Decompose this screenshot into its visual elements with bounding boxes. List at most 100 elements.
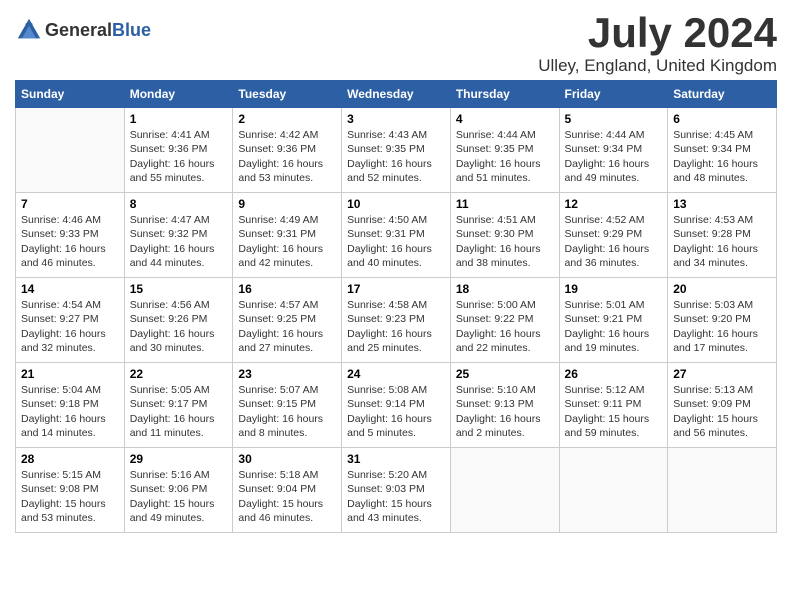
day-number: 13 bbox=[673, 197, 771, 211]
day-info: Sunrise: 4:45 AM Sunset: 9:34 PM Dayligh… bbox=[673, 128, 771, 185]
day-number: 23 bbox=[238, 367, 336, 381]
day-number: 19 bbox=[565, 282, 663, 296]
day-number: 7 bbox=[21, 197, 119, 211]
day-cell: 3 Sunrise: 4:43 AM Sunset: 9:35 PM Daylig… bbox=[342, 108, 451, 193]
day-number: 3 bbox=[347, 112, 445, 126]
week-row-5: 28 Sunrise: 5:15 AM Sunset: 9:08 PM Dayli… bbox=[16, 448, 777, 533]
logo-blue-text: Blue bbox=[112, 20, 151, 40]
day-info: Sunrise: 4:50 AM Sunset: 9:31 PM Dayligh… bbox=[347, 213, 445, 270]
day-cell: 21 Sunrise: 5:04 AM Sunset: 9:18 PM Dayli… bbox=[16, 363, 125, 448]
day-number: 9 bbox=[238, 197, 336, 211]
header-cell-friday: Friday bbox=[559, 81, 668, 108]
day-number: 22 bbox=[130, 367, 228, 381]
day-info: Sunrise: 5:18 AM Sunset: 9:04 PM Dayligh… bbox=[238, 468, 336, 525]
day-cell: 18 Sunrise: 5:00 AM Sunset: 9:22 PM Dayli… bbox=[450, 278, 559, 363]
day-cell: 16 Sunrise: 4:57 AM Sunset: 9:25 PM Dayli… bbox=[233, 278, 342, 363]
day-info: Sunrise: 5:10 AM Sunset: 9:13 PM Dayligh… bbox=[456, 383, 554, 440]
header-row: SundayMondayTuesdayWednesdayThursdayFrid… bbox=[16, 81, 777, 108]
day-number: 15 bbox=[130, 282, 228, 296]
day-info: Sunrise: 4:42 AM Sunset: 9:36 PM Dayligh… bbox=[238, 128, 336, 185]
day-info: Sunrise: 5:08 AM Sunset: 9:14 PM Dayligh… bbox=[347, 383, 445, 440]
week-row-4: 21 Sunrise: 5:04 AM Sunset: 9:18 PM Dayli… bbox=[16, 363, 777, 448]
day-number: 12 bbox=[565, 197, 663, 211]
calendar-body: 1 Sunrise: 4:41 AM Sunset: 9:36 PM Daylig… bbox=[16, 108, 777, 533]
day-number: 27 bbox=[673, 367, 771, 381]
day-number: 4 bbox=[456, 112, 554, 126]
day-number: 31 bbox=[347, 452, 445, 466]
day-info: Sunrise: 4:41 AM Sunset: 9:36 PM Dayligh… bbox=[130, 128, 228, 185]
day-cell: 4Sunrise: 4:44 AM Sunset: 9:35 PM Daylig… bbox=[450, 108, 559, 193]
day-number: 2 bbox=[238, 112, 336, 126]
day-number: 14 bbox=[21, 282, 119, 296]
day-number: 16 bbox=[238, 282, 336, 296]
day-number: 25 bbox=[456, 367, 554, 381]
day-cell bbox=[668, 448, 777, 533]
day-number: 30 bbox=[238, 452, 336, 466]
day-cell: 7Sunrise: 4:46 AM Sunset: 9:33 PM Daylig… bbox=[16, 193, 125, 278]
day-info: Sunrise: 5:07 AM Sunset: 9:15 PM Dayligh… bbox=[238, 383, 336, 440]
day-number: 17 bbox=[347, 282, 445, 296]
day-cell: 23 Sunrise: 5:07 AM Sunset: 9:15 PM Dayli… bbox=[233, 363, 342, 448]
header-cell-tuesday: Tuesday bbox=[233, 81, 342, 108]
day-cell: 27 Sunrise: 5:13 AM Sunset: 9:09 PM Dayli… bbox=[668, 363, 777, 448]
day-info: Sunrise: 5:20 AM Sunset: 9:03 PM Dayligh… bbox=[347, 468, 445, 525]
day-info: Sunrise: 5:01 AM Sunset: 9:21 PM Dayligh… bbox=[565, 298, 663, 355]
day-info: Sunrise: 4:57 AM Sunset: 9:25 PM Dayligh… bbox=[238, 298, 336, 355]
day-number: 8 bbox=[130, 197, 228, 211]
day-cell bbox=[450, 448, 559, 533]
day-cell: 25 Sunrise: 5:10 AM Sunset: 9:13 PM Dayli… bbox=[450, 363, 559, 448]
day-cell: 28 Sunrise: 5:15 AM Sunset: 9:08 PM Dayli… bbox=[16, 448, 125, 533]
day-cell: 12 Sunrise: 4:52 AM Sunset: 9:29 PM Dayli… bbox=[559, 193, 668, 278]
day-cell: 17Sunrise: 4:58 AM Sunset: 9:23 PM Dayli… bbox=[342, 278, 451, 363]
day-info: Sunrise: 5:00 AM Sunset: 9:22 PM Dayligh… bbox=[456, 298, 554, 355]
day-cell: 8 Sunrise: 4:47 AM Sunset: 9:32 PM Daylig… bbox=[124, 193, 233, 278]
logo: GeneralBlue bbox=[15, 16, 151, 44]
day-info: Sunrise: 5:15 AM Sunset: 9:08 PM Dayligh… bbox=[21, 468, 119, 525]
day-info: Sunrise: 4:56 AM Sunset: 9:26 PM Dayligh… bbox=[130, 298, 228, 355]
title-area: July 2024 Ulley, England, United Kingdom bbox=[538, 10, 777, 76]
week-row-3: 14 Sunrise: 4:54 AM Sunset: 9:27 PM Dayli… bbox=[16, 278, 777, 363]
header-cell-monday: Monday bbox=[124, 81, 233, 108]
day-cell: 10 Sunrise: 4:50 AM Sunset: 9:31 PM Dayli… bbox=[342, 193, 451, 278]
day-info: Sunrise: 5:04 AM Sunset: 9:18 PM Dayligh… bbox=[21, 383, 119, 440]
calendar-header: SundayMondayTuesdayWednesdayThursdayFrid… bbox=[16, 81, 777, 108]
day-cell bbox=[559, 448, 668, 533]
day-cell: 30 Sunrise: 5:18 AM Sunset: 9:04 PM Dayli… bbox=[233, 448, 342, 533]
day-number: 20 bbox=[673, 282, 771, 296]
day-cell: 5Sunrise: 4:44 AM Sunset: 9:34 PM Daylig… bbox=[559, 108, 668, 193]
day-info: Sunrise: 5:13 AM Sunset: 9:09 PM Dayligh… bbox=[673, 383, 771, 440]
day-cell: 14 Sunrise: 4:54 AM Sunset: 9:27 PM Dayli… bbox=[16, 278, 125, 363]
day-info: Sunrise: 4:52 AM Sunset: 9:29 PM Dayligh… bbox=[565, 213, 663, 270]
week-row-2: 7Sunrise: 4:46 AM Sunset: 9:33 PM Daylig… bbox=[16, 193, 777, 278]
day-cell: 6 Sunrise: 4:45 AM Sunset: 9:34 PM Daylig… bbox=[668, 108, 777, 193]
day-cell: 31 Sunrise: 5:20 AM Sunset: 9:03 PM Dayli… bbox=[342, 448, 451, 533]
day-number: 28 bbox=[21, 452, 119, 466]
day-info: Sunrise: 4:47 AM Sunset: 9:32 PM Dayligh… bbox=[130, 213, 228, 270]
day-number: 21 bbox=[21, 367, 119, 381]
day-info: Sunrise: 5:05 AM Sunset: 9:17 PM Dayligh… bbox=[130, 383, 228, 440]
day-number: 18 bbox=[456, 282, 554, 296]
week-row-1: 1 Sunrise: 4:41 AM Sunset: 9:36 PM Daylig… bbox=[16, 108, 777, 193]
day-cell: 1 Sunrise: 4:41 AM Sunset: 9:36 PM Daylig… bbox=[124, 108, 233, 193]
day-info: Sunrise: 4:54 AM Sunset: 9:27 PM Dayligh… bbox=[21, 298, 119, 355]
day-cell: 22 Sunrise: 5:05 AM Sunset: 9:17 PM Dayli… bbox=[124, 363, 233, 448]
day-info: Sunrise: 4:43 AM Sunset: 9:35 PM Dayligh… bbox=[347, 128, 445, 185]
day-cell bbox=[16, 108, 125, 193]
day-number: 11 bbox=[456, 197, 554, 211]
day-cell: 29Sunrise: 5:16 AM Sunset: 9:06 PM Dayli… bbox=[124, 448, 233, 533]
day-number: 10 bbox=[347, 197, 445, 211]
day-number: 26 bbox=[565, 367, 663, 381]
day-cell: 26Sunrise: 5:12 AM Sunset: 9:11 PM Dayli… bbox=[559, 363, 668, 448]
location-title: Ulley, England, United Kingdom bbox=[538, 56, 777, 76]
logo-icon bbox=[15, 16, 43, 44]
day-number: 1 bbox=[130, 112, 228, 126]
day-info: Sunrise: 4:51 AM Sunset: 9:30 PM Dayligh… bbox=[456, 213, 554, 270]
day-number: 6 bbox=[673, 112, 771, 126]
logo-general-text: General bbox=[45, 20, 112, 40]
day-cell: 15 Sunrise: 4:56 AM Sunset: 9:26 PM Dayli… bbox=[124, 278, 233, 363]
header-cell-saturday: Saturday bbox=[668, 81, 777, 108]
day-cell: 13Sunrise: 4:53 AM Sunset: 9:28 PM Dayli… bbox=[668, 193, 777, 278]
day-cell: 19 Sunrise: 5:01 AM Sunset: 9:21 PM Dayli… bbox=[559, 278, 668, 363]
calendar-table: SundayMondayTuesdayWednesdayThursdayFrid… bbox=[15, 80, 777, 533]
day-number: 29 bbox=[130, 452, 228, 466]
